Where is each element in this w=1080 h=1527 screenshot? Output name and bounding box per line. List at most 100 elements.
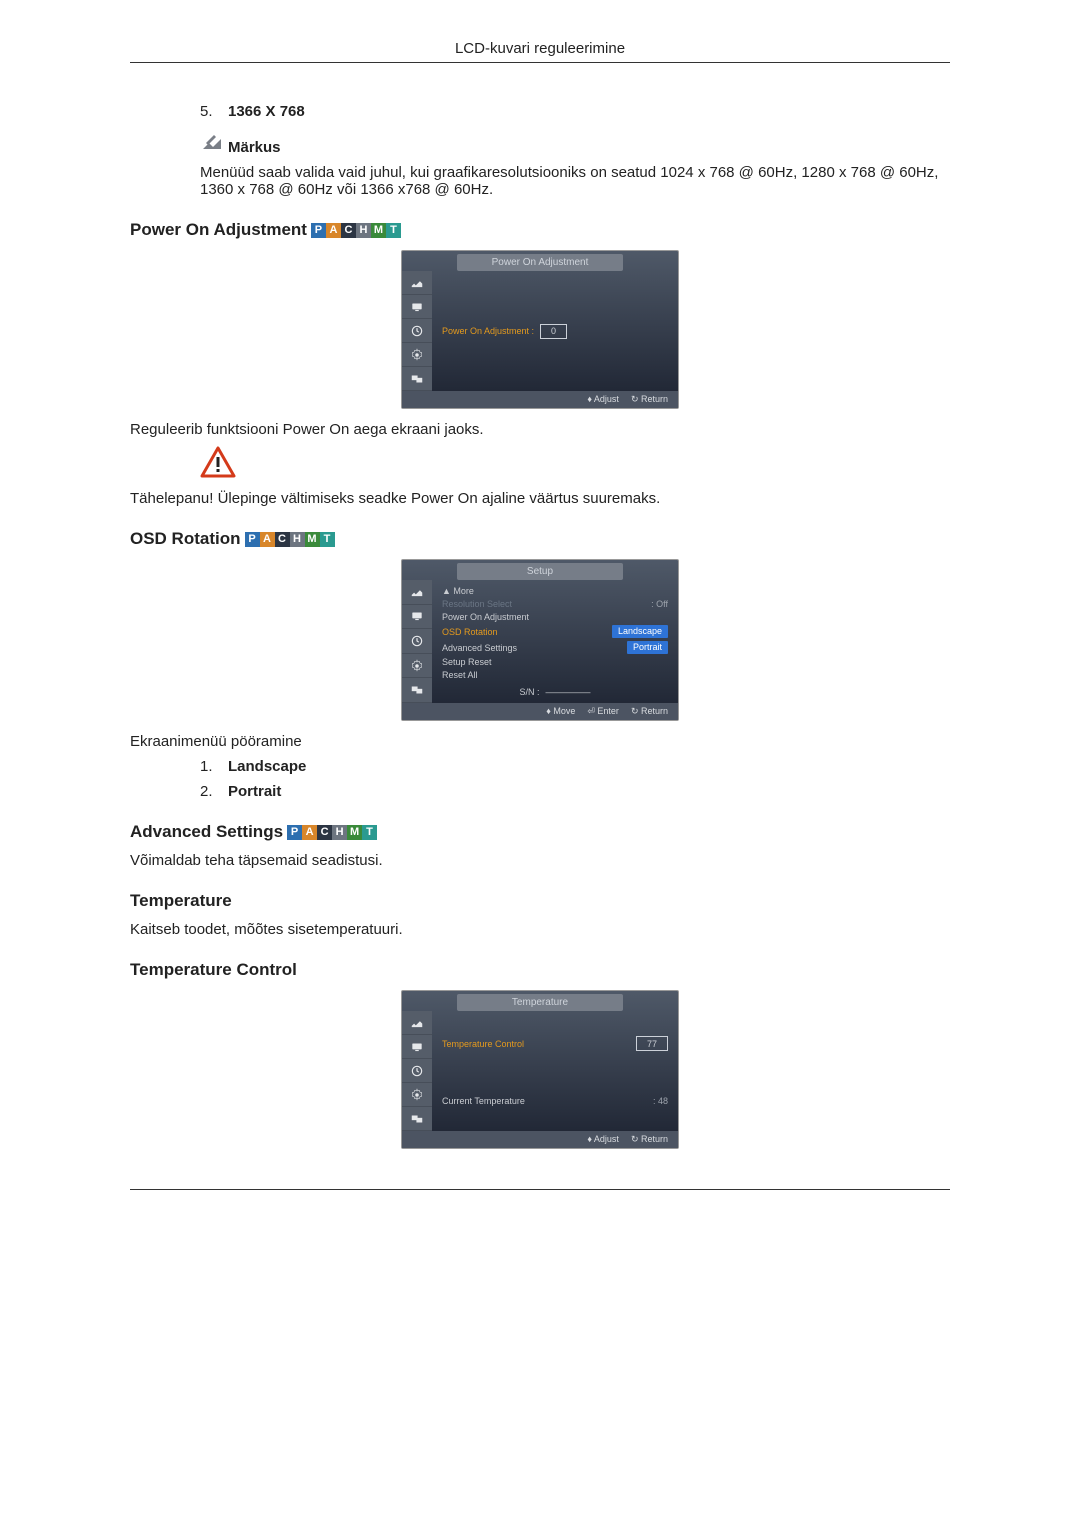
osd-icon-tool <box>402 271 432 295</box>
tag-a: A <box>326 223 341 238</box>
osd-footer-return: ↻ Return <box>631 394 668 405</box>
osd-footer-move: ♦ Move <box>546 706 575 717</box>
tag-p: P <box>311 223 326 238</box>
osd-item-value: : Off <box>651 599 668 609</box>
section-osd-rotation: OSD Rotation P A C H M T <box>130 529 950 549</box>
resolution-list-item: 5. 1366 X 768 <box>200 103 950 120</box>
section-temperature-control: Temperature Control <box>130 960 950 980</box>
osd-icon-tool <box>402 580 432 605</box>
mode-tags: P A C H M T <box>245 532 335 547</box>
osd-menu-title: Temperature <box>457 994 623 1011</box>
osd-icon-clock <box>402 1059 432 1083</box>
tag-p: P <box>245 532 260 547</box>
list-number: 1. <box>200 758 216 775</box>
osd-power-on-row: Power On Adjustment : 0 <box>442 324 668 339</box>
mode-tags: P A C H M T <box>287 825 377 840</box>
osd-item-label: Resolution Select <box>442 599 512 609</box>
osd-icon-gear <box>402 343 432 367</box>
osd-tc-label: Temperature Control <box>442 1039 524 1049</box>
list-label: Portrait <box>228 783 281 800</box>
temperature-desc: Kaitseb toodet, mõõtes sisetemperatuuri. <box>130 921 950 938</box>
osd-sn-row: S/N : ————— <box>442 687 668 697</box>
osd-icon-multi <box>402 367 432 391</box>
note-text: Menüüd saab valida vaid juhul, kui graaf… <box>200 164 950 198</box>
osd-sidebar <box>402 1011 432 1131</box>
osd-option-landscape[interactable]: Landscape <box>612 625 668 638</box>
tag-a: A <box>302 825 317 840</box>
osd-more[interactable]: ▲ More <box>442 586 474 596</box>
osd-rotation-desc: Ekraanimenüü pööramine <box>130 733 950 750</box>
footer-rule <box>130 1189 950 1190</box>
section-temperature: Temperature <box>130 891 950 911</box>
osd-power-on-screenshot: Power On Adjustment Power On Adjustment … <box>401 250 679 409</box>
osd-item-resolution[interactable]: Resolution Select : Off <box>442 599 668 609</box>
tag-t: T <box>362 825 377 840</box>
osd-icon-clock <box>402 319 432 343</box>
tag-a: A <box>260 532 275 547</box>
advanced-desc: Võimaldab teha täpsemaid seadistusi. <box>130 852 950 869</box>
tag-h: H <box>332 825 347 840</box>
osd-item-reset-all[interactable]: Reset All <box>442 670 668 680</box>
tag-c: C <box>341 223 356 238</box>
osd-footer: ♦ Move ⏎ Enter ↻ Return <box>402 703 678 720</box>
page-title: LCD-kuvari reguleerimine <box>455 40 625 57</box>
osd-icon-gear <box>402 1083 432 1107</box>
osd-power-on-label: Power On Adjustment : <box>442 326 534 336</box>
osd-sidebar <box>402 271 432 391</box>
note-icon <box>200 132 224 156</box>
power-on-desc: Reguleerib funktsiooni Power On aega ekr… <box>130 421 950 438</box>
section-title-text: Power On Adjustment <box>130 220 307 240</box>
osd-option-portrait[interactable]: Portrait <box>627 641 668 654</box>
osd-item-advanced[interactable]: Advanced Settings Portrait <box>442 641 668 654</box>
tag-m: M <box>371 223 386 238</box>
osd-footer: ♦ Adjust ↻ Return <box>402 1131 678 1148</box>
osd-footer: ♦ Adjust ↻ Return <box>402 391 678 408</box>
osd-current-temp-row: Current Temperature : 48 <box>442 1096 668 1106</box>
power-on-warning: Tähelepanu! Ülepinge vältimiseks seadke … <box>130 490 950 507</box>
osd-cur-label: Current Temperature <box>442 1096 525 1106</box>
osd-item-osd-rotation[interactable]: OSD Rotation Landscape <box>442 625 668 638</box>
tag-t: T <box>320 532 335 547</box>
list-number: 5. <box>200 103 216 120</box>
osd-footer-adjust: ♦ Adjust <box>587 1134 619 1145</box>
osd-icon-screen <box>402 605 432 630</box>
osd-item-setup-reset[interactable]: Setup Reset <box>442 657 668 667</box>
list-item-portrait: 2. Portrait <box>200 783 950 800</box>
list-label: Landscape <box>228 758 306 775</box>
osd-icon-multi <box>402 1107 432 1131</box>
osd-item-power-on[interactable]: Power On Adjustment <box>442 612 668 622</box>
osd-setup-screenshot: Setup ▲ More Resolution Select : Off Pow… <box>401 559 679 721</box>
section-power-on-adjustment: Power On Adjustment P A C H M T <box>130 220 950 240</box>
tag-m: M <box>305 532 320 547</box>
mode-tags: P A C H M T <box>311 223 401 238</box>
osd-temp-control-row: Temperature Control 77 <box>442 1036 668 1051</box>
osd-power-on-value[interactable]: 0 <box>540 324 567 339</box>
osd-footer-adjust: ♦ Adjust <box>587 394 619 405</box>
page-header: LCD-kuvari reguleerimine <box>130 40 950 63</box>
osd-menu-title: Power On Adjustment <box>457 254 623 271</box>
warning-icon <box>200 446 950 482</box>
tag-t: T <box>386 223 401 238</box>
osd-footer-return: ↻ Return <box>631 1134 668 1145</box>
tag-p: P <box>287 825 302 840</box>
tag-h: H <box>356 223 371 238</box>
osd-footer-return: ↻ Return <box>631 706 668 717</box>
note-row: Märkus <box>200 132 950 156</box>
section-title-text: Temperature <box>130 891 232 911</box>
osd-icon-tool <box>402 1011 432 1035</box>
osd-tc-value[interactable]: 77 <box>636 1036 668 1051</box>
list-number: 2. <box>200 783 216 800</box>
tag-m: M <box>347 825 362 840</box>
list-item-landscape: 1. Landscape <box>200 758 950 775</box>
osd-icon-screen <box>402 295 432 319</box>
tag-c: C <box>317 825 332 840</box>
osd-temperature-screenshot: Temperature Temperature Control 77 Curre… <box>401 990 679 1149</box>
osd-footer-enter: ⏎ Enter <box>587 706 619 717</box>
osd-menu-title: Setup <box>457 563 623 580</box>
osd-icon-gear <box>402 654 432 679</box>
tag-c: C <box>275 532 290 547</box>
tag-h: H <box>290 532 305 547</box>
section-advanced-settings: Advanced Settings P A C H M T <box>130 822 950 842</box>
section-title-text: OSD Rotation <box>130 529 241 549</box>
osd-cur-value: : 48 <box>653 1096 668 1106</box>
